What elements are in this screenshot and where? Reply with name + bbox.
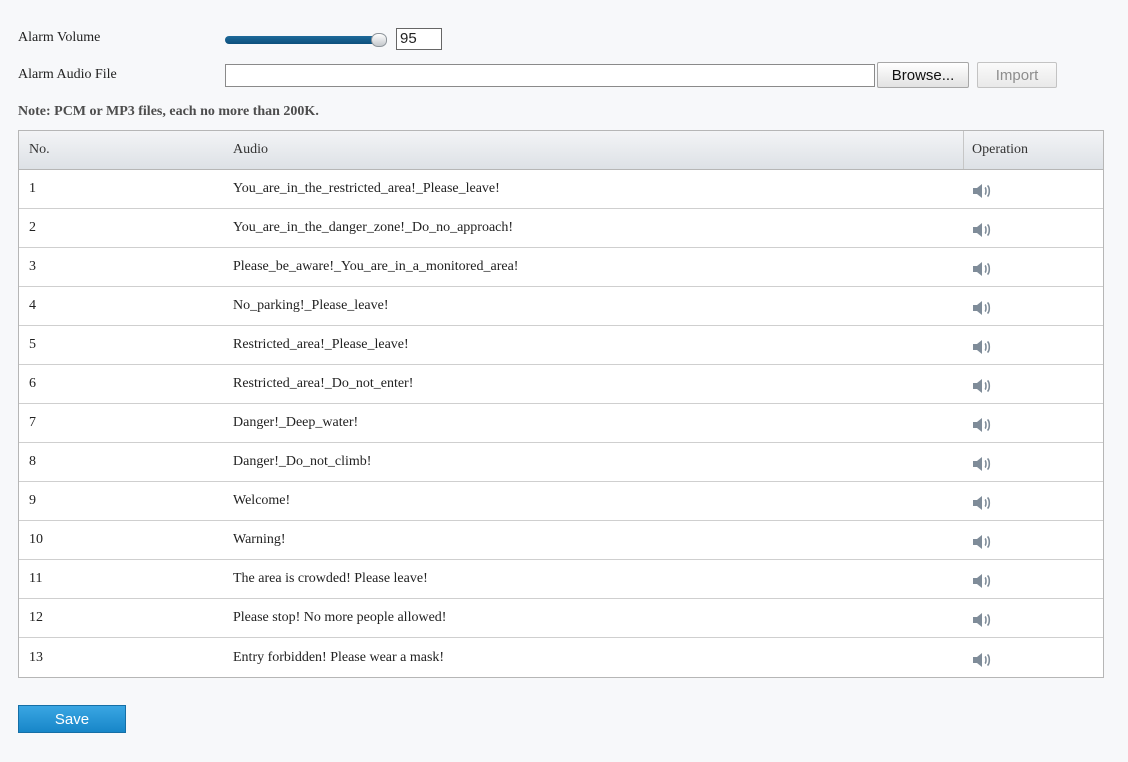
- speaker-play-icon[interactable]: [971, 455, 993, 473]
- row-number: 7: [29, 415, 36, 430]
- row-number: 12: [29, 610, 43, 625]
- speaker-play-icon[interactable]: [971, 221, 993, 239]
- table-row: 1 You_are_in_the_restricted_area!_Please_…: [19, 170, 1103, 209]
- row-operation: [963, 599, 1103, 637]
- row-audio-name: No_parking!_Please_leave!: [233, 298, 389, 313]
- row-number: 2: [29, 220, 36, 235]
- row-audio-name: Please_be_aware!_You_are_in_a_monitored_…: [233, 259, 519, 274]
- table-row: 13 Entry forbidden! Please wear a mask!: [19, 638, 1103, 677]
- slider-track: [225, 36, 385, 44]
- row-number: 9: [29, 493, 36, 508]
- row-number: 3: [29, 259, 36, 274]
- speaker-play-icon[interactable]: [971, 338, 993, 356]
- row-operation: [963, 404, 1103, 442]
- row-number: 11: [29, 571, 43, 586]
- save-button[interactable]: Save: [18, 705, 126, 733]
- row-number: 6: [29, 376, 36, 391]
- row-operation: [963, 638, 1103, 677]
- row-number: 13: [29, 649, 43, 665]
- row-operation: [963, 443, 1103, 481]
- row-audio-name: Entry forbidden! Please wear a mask!: [233, 649, 445, 665]
- row-audio-name: You_are_in_the_danger_zone!_Do_no_approa…: [233, 220, 514, 235]
- speaker-play-icon[interactable]: [971, 182, 993, 200]
- alarm-volume-label: Alarm Volume: [18, 30, 101, 45]
- table-row: 5 Restricted_area!_Please_leave!: [19, 326, 1103, 365]
- row-audio-name: Please stop! No more people allowed!: [233, 610, 447, 625]
- table-row: 11 The area is crowded! Please leave!: [19, 560, 1103, 599]
- table-row: 4 No_parking!_Please_leave!: [19, 287, 1103, 326]
- row-operation: [963, 248, 1103, 286]
- table-row: 6 Restricted_area!_Do_not_enter!: [19, 365, 1103, 404]
- table-row: 2 You_are_in_the_danger_zone!_Do_no_appro…: [19, 209, 1103, 248]
- speaker-play-icon[interactable]: [971, 416, 993, 434]
- row-number: 1: [29, 181, 36, 196]
- alarm-audio-file-label: Alarm Audio File: [18, 67, 117, 82]
- row-number: 5: [29, 337, 36, 352]
- speaker-play-icon[interactable]: [971, 377, 993, 395]
- speaker-play-icon[interactable]: [971, 260, 993, 278]
- table-row: 7 Danger!_Deep_water!: [19, 404, 1103, 443]
- import-button[interactable]: Import: [977, 62, 1057, 88]
- alarm-volume-slider[interactable]: [225, 33, 393, 47]
- table-row: 9 Welcome!: [19, 482, 1103, 521]
- row-operation: [963, 287, 1103, 325]
- row-operation: [963, 521, 1103, 559]
- speaker-play-icon[interactable]: [971, 572, 993, 590]
- table-row: 10 Warning!: [19, 521, 1103, 560]
- row-audio-name: Danger!_Deep_water!: [233, 415, 359, 430]
- row-audio-name: You_are_in_the_restricted_area!_Please_l…: [233, 181, 500, 196]
- table-row: 3 Please_be_aware!_You_are_in_a_monitored…: [19, 248, 1103, 287]
- audio-table: No. Audio Operation 1 You_are_in_the_rest…: [18, 130, 1104, 678]
- audio-file-path-input[interactable]: [225, 64, 875, 87]
- row-operation: [963, 326, 1103, 364]
- table-body: 1 You_are_in_the_restricted_area!_Please_…: [19, 170, 1103, 677]
- header-operation: Operation: [963, 131, 1103, 169]
- slider-thumb[interactable]: [370, 33, 387, 47]
- row-number: 10: [29, 532, 43, 547]
- row-audio-name: Danger!_Do_not_climb!: [233, 454, 372, 469]
- table-row: 8 Danger!_Do_not_climb!: [19, 443, 1103, 482]
- row-audio-name: Restricted_area!_Do_not_enter!: [233, 376, 414, 391]
- row-operation: [963, 170, 1103, 208]
- speaker-play-icon[interactable]: [971, 651, 993, 669]
- speaker-play-icon[interactable]: [971, 533, 993, 551]
- alarm-volume-input[interactable]: 95: [396, 28, 442, 50]
- browse-button[interactable]: Browse...: [877, 62, 969, 88]
- row-audio-name: Warning!: [233, 532, 286, 547]
- header-no: No.: [29, 142, 50, 157]
- header-audio: Audio: [233, 142, 268, 157]
- table-header: No. Audio Operation: [19, 131, 1103, 170]
- row-operation: [963, 560, 1103, 598]
- row-audio-name: The area is crowded! Please leave!: [233, 571, 428, 586]
- speaker-play-icon[interactable]: [971, 611, 993, 629]
- speaker-play-icon[interactable]: [971, 299, 993, 317]
- row-audio-name: Welcome!: [233, 493, 291, 508]
- table-row: 12 Please stop! No more people allowed!: [19, 599, 1103, 638]
- row-operation: [963, 365, 1103, 403]
- row-operation: [963, 209, 1103, 247]
- speaker-play-icon[interactable]: [971, 494, 993, 512]
- row-audio-name: Restricted_area!_Please_leave!: [233, 337, 409, 352]
- file-format-note: Note: PCM or MP3 files, each no more tha…: [18, 104, 319, 119]
- row-number: 4: [29, 298, 36, 313]
- row-operation: [963, 482, 1103, 520]
- row-number: 8: [29, 454, 36, 469]
